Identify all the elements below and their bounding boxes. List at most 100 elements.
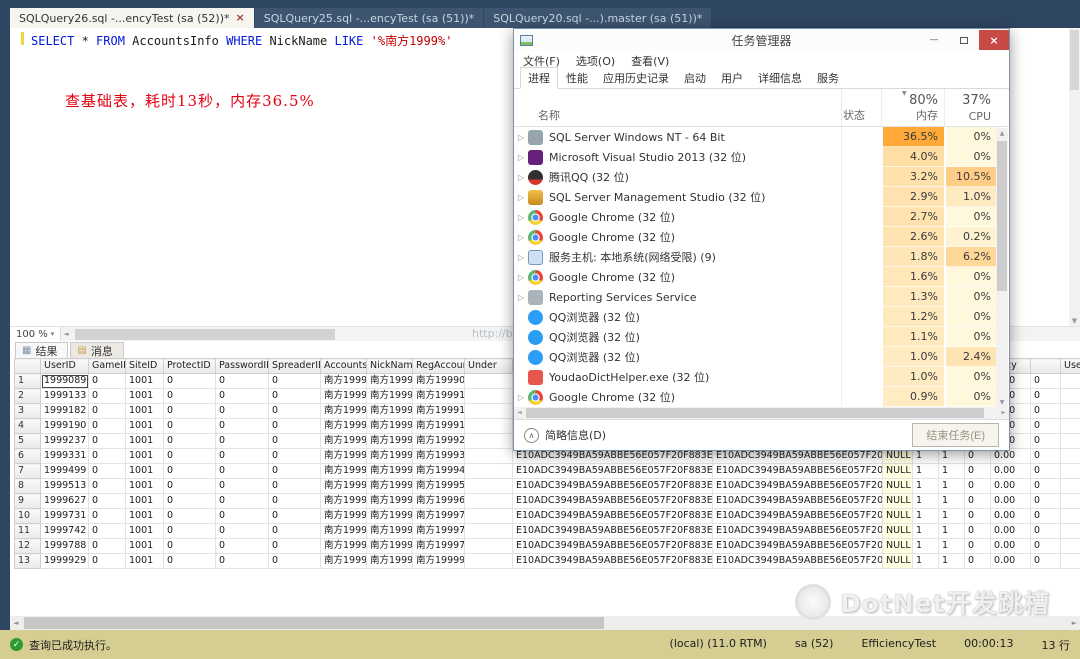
process-row[interactable]: QQ浏览器 (32 位) 1.1% 0% [514, 327, 997, 347]
row-number-cell[interactable]: 5 [14, 433, 41, 449]
grid-column-header[interactable] [1030, 358, 1061, 374]
grid-column-header[interactable]: SpreaderID [268, 358, 321, 374]
scroll-left-icon[interactable]: ◄ [517, 409, 522, 416]
row-number-cell[interactable]: 9 [14, 493, 41, 509]
table-row[interactable]: 10199973101001000南方1999731南方1999731南方199… [14, 508, 1080, 524]
menu-item[interactable]: 选项(O) [576, 53, 615, 69]
column-header-name[interactable]: 名称 [538, 107, 560, 123]
scroll-up-icon[interactable]: ▲ [996, 130, 1008, 137]
row-number-cell[interactable]: 13 [14, 553, 41, 569]
chevron-right-icon[interactable]: ▷ [514, 253, 528, 262]
tab-messages[interactable]: ▤ 消息 [70, 342, 124, 358]
close-button[interactable]: × [979, 30, 1009, 50]
chevron-right-icon[interactable]: ▷ [514, 193, 528, 202]
grid-column-header[interactable]: NickName [366, 358, 413, 374]
grid-column-header[interactable]: UserID [40, 358, 89, 374]
scrollbar-thumb[interactable] [75, 329, 336, 340]
task-manager-tab[interactable]: 服务 [810, 68, 846, 88]
table-row[interactable]: 12199978801001000南方1999788南方1999788南方199… [14, 538, 1080, 554]
menu-item[interactable]: 查看(V) [631, 53, 669, 69]
task-manager-vertical-scrollbar[interactable]: ▲ ▼ [996, 128, 1008, 408]
process-row[interactable]: ▷ Reporting Services Service 1.3% 0% [514, 287, 997, 307]
row-number-cell[interactable]: 6 [14, 448, 41, 464]
process-row[interactable]: YoudaoDictHelper.exe (32 位) 1.0% 0% [514, 367, 997, 387]
table-row[interactable]: 11199974201001000南方1999742南方1999742南方199… [14, 523, 1080, 539]
task-manager-tab[interactable]: 应用历史记录 [596, 68, 676, 88]
grid-column-header[interactable]: RegAccounts [412, 358, 465, 374]
task-manager-tab[interactable]: 用户 [714, 68, 750, 88]
task-manager-horizontal-scrollbar[interactable]: ◄ ► [514, 407, 1009, 419]
grid-column-header[interactable]: Accounts [320, 358, 367, 374]
row-number-cell[interactable]: 8 [14, 478, 41, 494]
row-number-cell[interactable]: 11 [14, 523, 41, 539]
task-manager-window[interactable]: 任务管理器 — × 文件(F) 选项(O) 查看(V) 进程 性能 应用历史记录 启动 用户… [513, 28, 1010, 451]
row-number-cell[interactable]: 10 [14, 508, 41, 524]
grid-column-header[interactable]: GameID [88, 358, 126, 374]
scrollbar-thumb[interactable] [526, 408, 984, 418]
scroll-right-icon[interactable]: ► [1001, 409, 1006, 416]
grid-column-header[interactable]: UserMe [1060, 358, 1080, 374]
zoom-control[interactable]: 100 % ▾ [10, 327, 62, 341]
process-row[interactable]: ▷ Google Chrome (32 位) 2.6% 0.2% [514, 227, 997, 247]
chevron-right-icon[interactable]: ▷ [514, 153, 528, 162]
process-row[interactable]: QQ浏览器 (32 位) 1.0% 2.4% [514, 347, 997, 367]
tab-results[interactable]: ▦ 结果 [15, 342, 69, 358]
table-row[interactable]: 13199992901001000南方1999929南方1999929南方199… [14, 553, 1080, 569]
scroll-left-icon[interactable]: ◄ [63, 330, 68, 338]
grid-column-header[interactable]: SiteID [125, 358, 164, 374]
process-row[interactable]: ▷ Microsoft Visual Studio 2013 (32 位) 4.0%… [514, 147, 997, 167]
task-manager-tab[interactable]: 性能 [559, 68, 595, 88]
table-row[interactable]: 7199949901001000南方1999499南方1999499南方1999… [14, 463, 1080, 479]
tab-close-icon[interactable]: × [236, 12, 245, 23]
table-row[interactable]: 9199962701001000南方1999627南方1999627南方1999… [14, 493, 1080, 509]
row-number-cell[interactable]: 3 [14, 403, 41, 419]
grid-column-header[interactable]: ProtectID [163, 358, 216, 374]
chevron-right-icon[interactable]: ▷ [514, 293, 528, 302]
document-tab[interactable]: SQLQuery25.sql -...encyTest (sa (51))* [254, 8, 484, 28]
collapse-details-icon[interactable]: ∧ [524, 427, 539, 443]
scroll-right-icon[interactable]: ► [1072, 619, 1077, 627]
scrollbar-thumb[interactable] [1070, 30, 1079, 90]
process-row[interactable]: ▷ 腾讯QQ (32 位) 3.2% 10.5% [514, 167, 997, 187]
task-manager-tab[interactable]: 详细信息 [751, 68, 809, 88]
chevron-right-icon[interactable]: ▷ [514, 393, 528, 402]
process-row[interactable]: ▷ Google Chrome (32 位) 1.6% 0% [514, 267, 997, 287]
chevron-right-icon[interactable]: ▷ [514, 173, 528, 182]
row-number-cell[interactable]: 2 [14, 388, 41, 404]
process-row[interactable]: ▷ SQL Server Windows NT - 64 Bit 36.5% 0% [514, 127, 997, 147]
process-row[interactable]: ▷ 服务主机: 本地系统(网络受限) (9) 1.8% 6.2% [514, 247, 997, 267]
minimize-button[interactable]: — [919, 30, 949, 50]
process-row[interactable]: QQ浏览器 (32 位) 1.2% 0% [514, 307, 997, 327]
chevron-right-icon[interactable]: ▷ [514, 133, 528, 142]
scroll-down-icon[interactable]: ▼ [996, 399, 1008, 406]
chevron-right-icon[interactable]: ▷ [514, 233, 528, 242]
table-row[interactable]: 8199951301001000南方1999513南方1999513南方1999… [14, 478, 1080, 494]
process-row[interactable]: ▷ Google Chrome (32 位) 2.7% 0% [514, 207, 997, 227]
column-header-memory[interactable]: 内存 [881, 107, 944, 123]
editor-vertical-scrollbar[interactable]: ▼ [1069, 28, 1080, 326]
scrollbar-thumb[interactable] [997, 141, 1007, 291]
row-number-cell[interactable]: 7 [14, 463, 41, 479]
process-row[interactable]: ▷ SQL Server Management Studio (32 位) 2.9%… [514, 187, 997, 207]
document-tab[interactable]: SQLQuery26.sql -...encyTest (sa (52))* × [10, 8, 254, 28]
scroll-down-icon[interactable]: ▼ [1069, 317, 1080, 325]
row-number-cell[interactable]: 12 [14, 538, 41, 554]
column-header-status[interactable]: 状态 [843, 107, 865, 123]
chevron-right-icon[interactable]: ▷ [514, 213, 528, 222]
end-task-button[interactable]: 结束任务(E) [912, 423, 999, 447]
maximize-button[interactable] [949, 30, 979, 50]
column-header-cpu[interactable]: CPU [944, 110, 997, 123]
process-row[interactable]: ▷ Google Chrome (32 位) 0.9% 0% [514, 387, 997, 407]
sql-statement[interactable]: SELECT * FROM AccountsInfo WHERE NickNam… [31, 32, 452, 49]
task-manager-tab[interactable]: 进程 [520, 67, 558, 89]
task-manager-tab[interactable]: 启动 [677, 68, 713, 88]
grid-column-header[interactable]: PasswordID [215, 358, 269, 374]
chevron-right-icon[interactable]: ▷ [514, 273, 528, 282]
document-tab[interactable]: SQLQuery20.sql -...).master (sa (51))* [484, 8, 712, 28]
grid-column-header[interactable]: Under [464, 358, 513, 374]
scrollbar-thumb[interactable] [24, 617, 604, 629]
row-number-cell[interactable]: 4 [14, 418, 41, 434]
row-number-cell[interactable]: 1 [14, 373, 41, 389]
task-manager-titlebar[interactable]: 任务管理器 — × [514, 29, 1009, 51]
detail-toggle-label[interactable]: 简略信息(D) [545, 427, 606, 443]
